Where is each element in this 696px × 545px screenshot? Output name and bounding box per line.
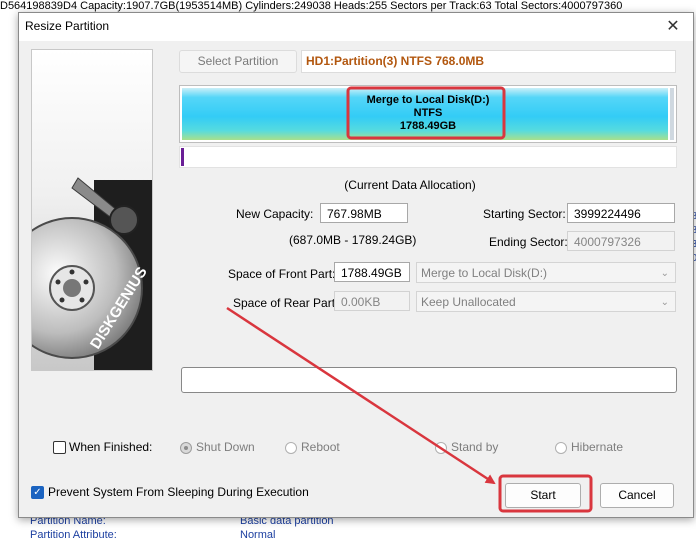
front-part-action-value: Merge to Local Disk(D:) xyxy=(421,266,548,280)
starting-sector-label: Starting Sector: xyxy=(483,207,566,221)
new-capacity-input[interactable]: 767.98MB xyxy=(320,203,408,223)
close-icon[interactable]: ✕ xyxy=(659,15,687,39)
disk-map-line2: NTFS xyxy=(413,107,443,119)
prevent-sleep-checkbox[interactable]: ✓ xyxy=(31,486,44,499)
shut-down-radio[interactable] xyxy=(180,442,192,454)
rear-part-action-select[interactable]: Keep Unallocated ⌄ xyxy=(416,291,676,312)
disk-map-new-partition[interactable] xyxy=(670,88,674,140)
front-part-action-select[interactable]: Merge to Local Disk(D:) ⌄ xyxy=(416,262,676,283)
select-partition-button[interactable]: Select Partition xyxy=(179,50,297,73)
disk-info-bar: D564198839D4 Capacity:1907.7GB(1953514MB… xyxy=(0,0,623,12)
disk-map-line1: Merge to Local Disk(D:) xyxy=(366,94,490,106)
ending-sector-label: Ending Sector: xyxy=(489,235,568,249)
title-bar: Resize Partition ✕ xyxy=(19,13,693,41)
cancel-button[interactable]: Cancel xyxy=(600,483,674,508)
when-finished-checkbox[interactable] xyxy=(53,441,66,454)
chevron-down-icon: ⌄ xyxy=(660,297,669,308)
when-finished-label: When Finished: xyxy=(69,440,153,454)
disk-map-line3: 1788.49GB xyxy=(399,120,457,132)
hibernate-label: Hibernate xyxy=(571,440,624,454)
data-allocation-fill xyxy=(181,148,184,166)
starting-sector-input[interactable]: 3999224496 xyxy=(567,203,675,223)
ending-sector-input: 4000797326 xyxy=(567,231,675,251)
new-capacity-label: New Capacity: xyxy=(236,207,314,221)
dialog-title: Resize Partition xyxy=(25,19,110,33)
partition-label: HD1:Partition(3) NTFS 768.0MB xyxy=(306,54,485,68)
rear-part-label: Space of Rear Part: xyxy=(233,296,339,310)
front-part-label: Space of Front Part: xyxy=(228,267,336,281)
reboot-label: Reboot xyxy=(301,440,340,454)
rear-part-input: 0.00KB xyxy=(334,291,410,311)
stand-by-label: Stand by xyxy=(451,440,499,454)
partition-attribute-value: Normal xyxy=(240,529,276,541)
front-part-input[interactable]: 1788.49GB xyxy=(334,262,410,282)
shut-down-label: Shut Down xyxy=(196,440,255,454)
chevron-down-icon: ⌄ xyxy=(660,268,669,279)
partition-details: Partition Name: Basic data partition Par… xyxy=(0,514,696,545)
prevent-sleep-label: Prevent System From Sleeping During Exec… xyxy=(48,485,309,499)
capacity-range: (687.0MB - 1789.24GB) xyxy=(289,233,417,247)
disk-map[interactable]: Merge to Local Disk(D:) NTFS 1788.49GB xyxy=(179,85,677,143)
data-allocation-bar xyxy=(179,146,677,168)
diskgenius-banner-image: DISKGENIUS xyxy=(31,49,153,371)
start-button[interactable]: Start xyxy=(505,483,581,508)
allocation-caption: (Current Data Allocation) xyxy=(344,178,476,192)
rear-part-action-value: Keep Unallocated xyxy=(421,295,516,309)
partition-label-box: HD1:Partition(3) NTFS 768.0MB xyxy=(301,50,676,73)
progress-bar xyxy=(181,367,677,393)
disk-map-label: Merge to Local Disk(D:) NTFS 1788.49GB xyxy=(348,94,508,133)
reboot-radio[interactable] xyxy=(285,442,297,454)
resize-partition-dialog: Resize Partition ✕ DISKGENIUS Select Par… xyxy=(18,12,694,518)
partition-attribute-label: Partition Attribute: xyxy=(30,529,117,541)
hibernate-radio[interactable] xyxy=(555,442,567,454)
stand-by-radio[interactable] xyxy=(435,442,447,454)
